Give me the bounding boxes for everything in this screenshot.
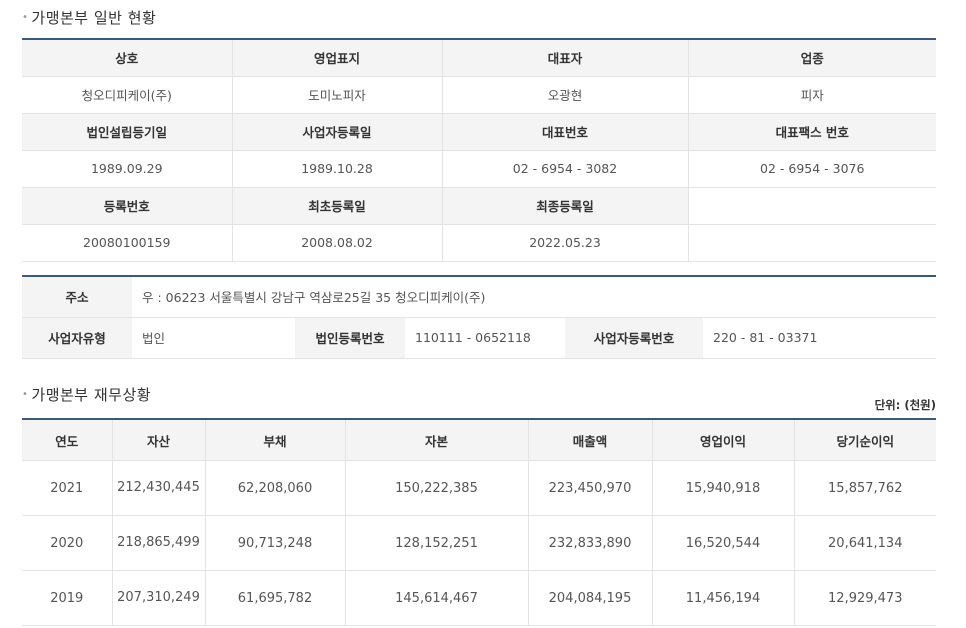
table-row: 상호 영업표지 대표자 업종 (22, 39, 936, 77)
header-operating-income: 영업이익 (652, 419, 795, 461)
operating-income-cell: 11,456,194 (652, 570, 795, 626)
registration-no-value: 20080100159 (22, 224, 233, 262)
revenue-cell: 232,833,890 (528, 515, 653, 571)
revenue-cell: 223,450,970 (528, 460, 653, 516)
industry-value: 피자 (688, 76, 936, 114)
address-info-table: 주소 우 : 06223 서울특별시 강남구 역삼로25길 35 청오디피케이(… (22, 275, 936, 359)
net-income-cell: 15,857,762 (794, 460, 936, 516)
header-ceo: 대표자 (442, 39, 689, 77)
ceo-value: 오광현 (442, 76, 689, 114)
corp-no-value: 110111 - 0652118 (405, 317, 565, 359)
header-phone: 대표번호 (442, 113, 689, 151)
header-first-reg-date: 최초등록일 (232, 187, 443, 225)
address-value: 우 : 06223 서울특별시 강남구 역삼로25길 35 청오디피케이(주) (132, 276, 936, 318)
biz-no-value: 220 - 81 - 03371 (703, 317, 936, 359)
liabilities-cell: 61,695,782 (205, 570, 346, 626)
header-revenue: 매출액 (528, 419, 653, 461)
table-row: 1989.09.29 1989.10.28 02 - 6954 - 3082 0… (22, 150, 936, 188)
revenue-cell: 204,084,195 (528, 570, 653, 626)
empty-value (688, 224, 936, 262)
corp-no-label: 법인등록번호 (295, 317, 405, 359)
table-row: 2021 212,430,445 62,208,060 150,222,385 … (22, 460, 936, 516)
bullet-icon: • (22, 389, 29, 400)
header-incorporation-date: 법인설립등기일 (22, 113, 233, 151)
header-registration-no: 등록번호 (22, 187, 233, 225)
biz-reg-date-value: 1989.10.28 (232, 150, 443, 188)
assets-cell: 212,430,445 (112, 460, 206, 516)
header-brand: 영업표지 (232, 39, 443, 77)
header-last-reg-date: 최종등록일 (442, 187, 689, 225)
biz-type-label: 사업자유형 (22, 317, 132, 359)
year-cell: 2019 (22, 570, 113, 626)
liabilities-cell: 90,713,248 (205, 515, 346, 571)
equity-cell: 150,222,385 (345, 460, 529, 516)
finance-table: 연도 자산 부채 자본 매출액 영업이익 당기순이익 2021 212,430,… (22, 418, 936, 626)
equity-cell: 145,614,467 (345, 570, 529, 626)
table-row: 청오디피케이(주) 도미노피자 오광현 피자 (22, 76, 936, 114)
net-income-cell: 20,641,134 (794, 515, 936, 571)
header-equity: 자본 (345, 419, 529, 461)
biz-no-label: 사업자등록번호 (565, 317, 703, 359)
fax-value: 02 - 6954 - 3076 (688, 150, 936, 188)
table-row: 2019 207,310,249 61,695,782 145,614,467 … (22, 570, 936, 626)
phone-value: 02 - 6954 - 3082 (442, 150, 689, 188)
address-label: 주소 (22, 276, 132, 318)
header-industry: 업종 (688, 39, 936, 77)
net-income-cell: 12,929,473 (794, 570, 936, 626)
header-fax: 대표팩스 번호 (688, 113, 936, 151)
general-section-title: • 가맹본부 일반 현황 (22, 9, 157, 27)
incorporation-date-value: 1989.09.29 (22, 150, 233, 188)
table-row: 법인설립등기일 사업자등록일 대표번호 대표팩스 번호 (22, 113, 936, 151)
biz-type-value: 법인 (132, 317, 295, 359)
finance-section-title: • 가맹본부 재무상황 (22, 386, 152, 404)
header-liabilities: 부채 (205, 419, 346, 461)
table-row: 2020 218,865,499 90,713,248 128,152,251 … (22, 515, 936, 571)
liabilities-cell: 62,208,060 (205, 460, 346, 516)
table-row: 사업자유형 법인 법인등록번호 110111 - 0652118 사업자등록번호… (22, 317, 936, 359)
table-row: 20080100159 2008.08.02 2022.05.23 (22, 224, 936, 262)
first-reg-date-value: 2008.08.02 (232, 224, 443, 262)
assets-cell: 207,310,249 (112, 570, 206, 626)
header-year: 연도 (22, 419, 113, 461)
table-row: 주소 우 : 06223 서울특별시 강남구 역삼로25길 35 청오디피케이(… (22, 276, 936, 318)
unit-label: 단위: (천원) (874, 398, 936, 412)
year-cell: 2021 (22, 460, 113, 516)
general-info-table: 상호 영업표지 대표자 업종 청오디피케이(주) 도미노피자 오광현 피자 법인… (22, 38, 936, 262)
brand-value: 도미노피자 (232, 76, 443, 114)
company-name-value: 청오디피케이(주) (22, 76, 233, 114)
header-biz-reg-date: 사업자등록일 (232, 113, 443, 151)
header-assets: 자산 (112, 419, 206, 461)
header-net-income: 당기순이익 (794, 419, 936, 461)
last-reg-date-value: 2022.05.23 (442, 224, 689, 262)
operating-income-cell: 15,940,918 (652, 460, 795, 516)
equity-cell: 128,152,251 (345, 515, 529, 571)
table-row: 등록번호 최초등록일 최종등록일 (22, 187, 936, 225)
operating-income-cell: 16,520,544 (652, 515, 795, 571)
table-header-row: 연도 자산 부채 자본 매출액 영업이익 당기순이익 (22, 419, 936, 461)
header-company-name: 상호 (22, 39, 233, 77)
header-empty (688, 187, 936, 225)
assets-cell: 218,865,499 (112, 515, 206, 571)
year-cell: 2020 (22, 515, 113, 571)
bullet-icon: • (22, 12, 29, 23)
